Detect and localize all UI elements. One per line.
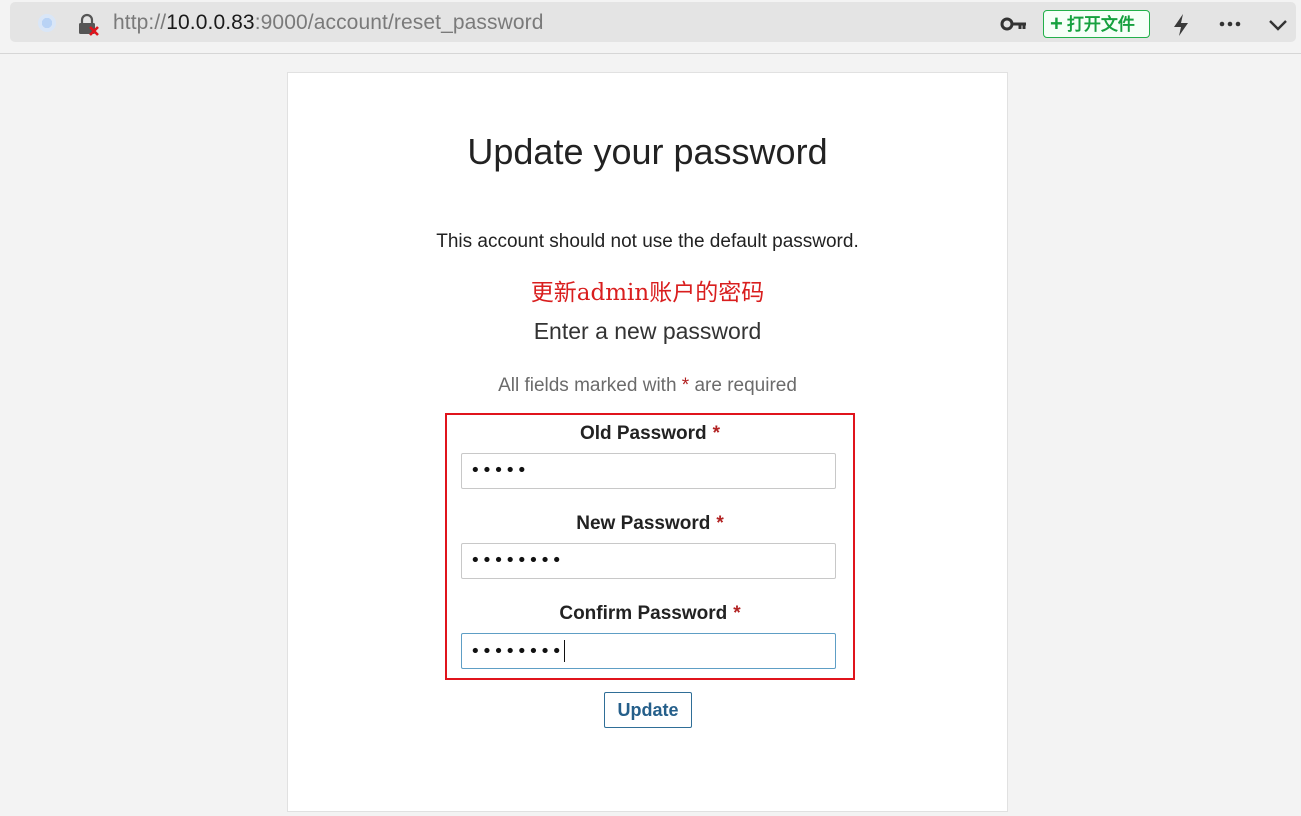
old-password-label-text: Old Password xyxy=(579,423,707,444)
url-path: :9000/account/reset_password xyxy=(254,11,544,34)
lightning-icon[interactable] xyxy=(1170,13,1192,37)
plus-icon: + xyxy=(1050,11,1063,36)
required-note-suffix: are required xyxy=(694,375,797,396)
confirm-password-input[interactable]: •••••••• xyxy=(461,633,836,669)
insecure-lock-icon[interactable] xyxy=(76,13,100,37)
update-button[interactable]: Update xyxy=(604,692,692,728)
required-star: * xyxy=(712,423,721,444)
confirm-password-label-text: Confirm Password xyxy=(559,603,728,624)
required-star: * xyxy=(733,603,741,624)
browser-toolbar: http://10.0.0.83:9000/account/reset_pass… xyxy=(0,0,1301,54)
page-title: Update your password xyxy=(467,131,828,172)
required-star: * xyxy=(716,513,724,534)
new-password-label-text: New Password xyxy=(576,513,711,534)
open-file-button[interactable]: + 打开文件 xyxy=(1043,10,1150,38)
confirm-password-label: Confirm Password * xyxy=(447,603,853,625)
new-password-label: New Password * xyxy=(447,513,853,535)
address-bar[interactable]: http://10.0.0.83:9000/account/reset_pass… xyxy=(10,2,1296,42)
highlight-box: Old Password * ••••• New Password * ••••••… xyxy=(445,413,855,680)
chevron-down-icon[interactable] xyxy=(1266,15,1290,35)
open-file-label: 打开文件 xyxy=(1066,15,1135,34)
confirm-password-value: •••••••• xyxy=(470,641,563,662)
url-text[interactable]: http://10.0.0.83:9000/account/reset_pass… xyxy=(113,11,544,35)
more-icon[interactable] xyxy=(1217,13,1243,35)
page-subtitle: Enter a new password xyxy=(533,318,762,344)
old-password-input[interactable]: ••••• xyxy=(461,453,836,489)
text-caret xyxy=(563,640,565,662)
reset-password-card: Update your password This account should… xyxy=(287,72,1008,812)
url-host: 10.0.0.83 xyxy=(166,11,255,34)
url-prefix: http:// xyxy=(113,11,167,34)
key-icon[interactable] xyxy=(1000,14,1028,34)
required-note-prefix: All fields marked with xyxy=(498,375,677,396)
site-icon[interactable] xyxy=(38,14,56,32)
old-password-label: Old Password * xyxy=(447,423,853,445)
new-password-input[interactable]: •••••••• xyxy=(461,543,836,579)
required-star: * xyxy=(681,375,690,396)
default-password-note: This account should not use the default … xyxy=(436,231,859,252)
required-fields-note: All fields marked with * are required xyxy=(288,375,1007,397)
annotation-text: 更新admin账户的密码 xyxy=(530,280,765,306)
